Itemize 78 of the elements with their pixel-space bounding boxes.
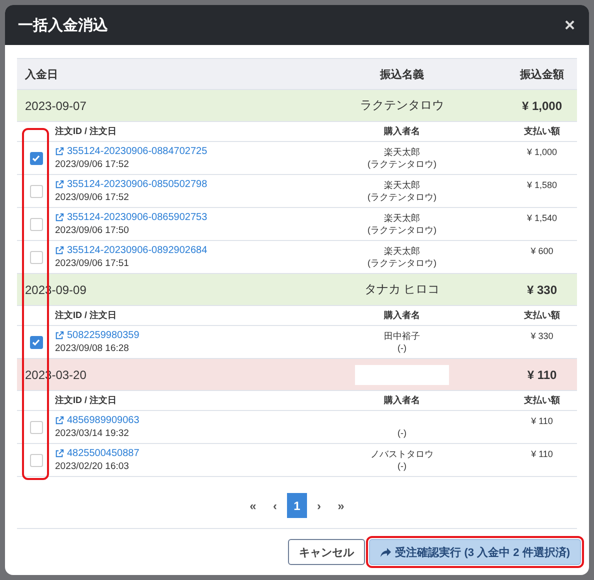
order-link[interactable]: 355124-20230906-0892902684	[55, 245, 327, 256]
submit-button[interactable]: 受注確認実行 (3 入金中 2 件選択済)	[369, 539, 581, 565]
checkbox[interactable]	[30, 184, 42, 198]
table-cell-text: ¥ 110	[530, 448, 554, 459]
page-button[interactable]: 1	[287, 493, 307, 518]
buyer-kana: (-)	[396, 342, 408, 354]
share-arrow-icon	[380, 548, 392, 556]
order-link[interactable]: 4856989909063	[55, 415, 327, 426]
checkbox[interactable]	[30, 454, 42, 466]
table-cell-text: ¥ 1,000	[520, 98, 564, 112]
buyer-kana: (ラクテンタロウ)	[366, 257, 438, 270]
column-header: 購入者名	[383, 125, 421, 138]
order-date: 2023/09/08 16:28	[55, 343, 130, 354]
table-cell-text: ¥ 1,540	[526, 212, 558, 223]
table-cell-text: 2023-09-07	[24, 98, 88, 112]
table-cell-text: ¥ 600	[530, 245, 554, 256]
order-link[interactable]: 4825500450887	[55, 448, 327, 459]
page-button[interactable]: ›	[309, 493, 329, 518]
page-button[interactable]: «	[243, 493, 263, 518]
checkbox[interactable]	[30, 420, 42, 434]
order-date: 2023/02/20 16:03	[55, 461, 130, 472]
checkbox[interactable]	[30, 152, 42, 164]
page-button[interactable]: »	[331, 493, 351, 518]
external-link-icon	[55, 331, 64, 340]
buyer-name: 楽天太郎	[383, 146, 421, 158]
table-cell-text: ¥ 110	[530, 415, 554, 426]
checkbox[interactable]	[30, 336, 42, 348]
external-link-icon	[55, 147, 64, 156]
checkbox[interactable]	[30, 218, 42, 230]
order-link[interactable]: 355124-20230906-0865902753	[55, 212, 327, 223]
buyer-kana: (-)	[396, 460, 408, 472]
order-date: 2023/09/06 17:52	[55, 192, 130, 203]
buyer-name: 田中裕子	[383, 330, 421, 342]
checkbox[interactable]	[30, 250, 42, 264]
table-cell-text: ¥ 330	[530, 330, 554, 341]
column-header: 振込金額	[518, 68, 565, 82]
column-header: 入金日	[24, 68, 59, 82]
external-link-icon	[55, 449, 64, 458]
table-cell-text: ¥ 330	[526, 282, 558, 296]
order-link[interactable]: 5082259980359	[55, 330, 327, 341]
buyer-name: 楽天太郎	[383, 178, 421, 191]
order-date: 2023/09/06 17:51	[55, 258, 130, 269]
external-link-icon	[55, 180, 64, 189]
order-link[interactable]: 355124-20230906-0884702725	[55, 146, 327, 157]
checkmark-icon	[32, 338, 40, 346]
buyer-kana: (ラクテンタロウ)	[366, 158, 438, 170]
external-link-icon	[55, 246, 64, 255]
order-date: 2023/09/06 17:52	[55, 159, 130, 170]
table-cell-text: ¥ 1,580	[526, 179, 558, 190]
buyer-kana: (ラクテンタロウ)	[366, 224, 438, 236]
column-header: 振込名義	[378, 68, 425, 82]
buyer-name: ノバストタロウ	[370, 448, 434, 460]
checkmark-icon	[32, 154, 40, 162]
table-cell-text: タナカ ヒロコ	[363, 281, 441, 298]
table-cell-text: ラクテンタロウ	[359, 97, 445, 114]
table-cell-text: ¥ 1,000	[526, 146, 558, 157]
buyer-kana: (ラクテンタロウ)	[366, 191, 438, 204]
column-header: 注文ID / 注文日	[55, 309, 118, 322]
buyer-kana: (-)	[396, 427, 408, 440]
order-date: 2023/09/06 17:50	[55, 225, 130, 236]
column-header: 支払い額	[523, 125, 561, 138]
cancel-button[interactable]: キャンセル	[288, 539, 366, 565]
dialog-title: 一括入金消込	[18, 16, 108, 34]
column-header: 注文ID / 注文日	[55, 125, 118, 138]
column-header: 購入者名	[383, 394, 421, 407]
buyer-name: 楽天太郎	[383, 244, 421, 257]
column-header: 支払い額	[523, 394, 561, 407]
column-header: 支払い額	[523, 309, 561, 322]
column-header: 購入者名	[383, 309, 421, 322]
buyer-name: 楽天太郎	[383, 212, 421, 224]
external-link-icon	[55, 213, 64, 222]
external-link-icon	[55, 416, 64, 425]
close-button[interactable]: ×	[564, 14, 575, 36]
table-cell-text: ¥ 110	[526, 368, 558, 382]
column-header: 注文ID / 注文日	[55, 394, 118, 407]
order-link[interactable]: 355124-20230906-0850502798	[55, 179, 327, 190]
page-button[interactable]: ‹	[265, 493, 285, 518]
order-date: 2023/03/14 19:32	[55, 428, 130, 439]
